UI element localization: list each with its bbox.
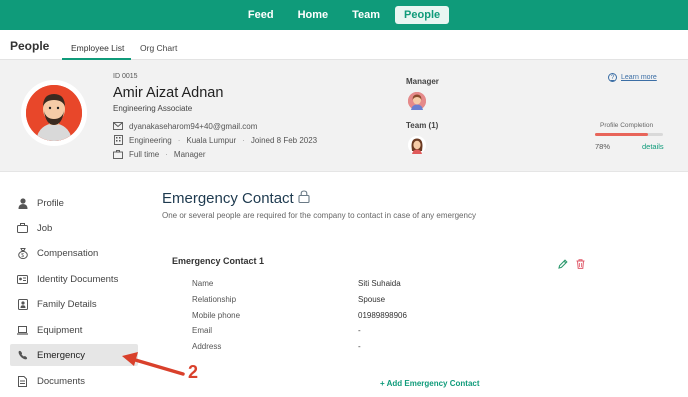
add-emergency-contact-button[interactable]: + Add Emergency Contact (380, 379, 480, 388)
field-label-email: Email (192, 326, 213, 335)
section-subtitle: One or several people are required for t… (162, 211, 476, 220)
section-title: Emergency Contact (162, 190, 310, 207)
field-value-address: - (358, 342, 361, 351)
lock-icon (298, 190, 310, 207)
sidebar-item-family-details[interactable]: Family Details (10, 293, 138, 315)
employee-name: Amir Aizat Adnan (113, 85, 224, 101)
sidebar-item-label: Profile (37, 197, 64, 209)
nav-home[interactable]: Home (289, 6, 338, 24)
sidebar-item-emergency[interactable]: Emergency (10, 344, 138, 366)
sidebar-item-job[interactable]: Job (10, 217, 138, 239)
profile-completion-label: Profile Completion (600, 122, 654, 129)
nav-feed[interactable]: Feed (239, 6, 283, 24)
employee-id: ID 0015 (113, 73, 138, 80)
employee-joined: Joined 8 Feb 2023 (250, 135, 318, 145)
briefcase-icon (17, 223, 28, 234)
field-value-mobile-phone: 01989898906 (358, 311, 407, 320)
document-icon (17, 375, 28, 387)
employment-row: Full time · Manager (113, 149, 205, 159)
tab-employee-list[interactable]: Employee List (71, 43, 124, 53)
manager-label: Manager (406, 77, 439, 86)
team-member-avatar[interactable] (408, 136, 426, 154)
field-label-relationship: Relationship (192, 295, 237, 304)
family-icon (17, 298, 28, 310)
svg-text:$: $ (21, 253, 24, 259)
avatar (21, 80, 87, 146)
profile-header: ID 0015 Amir Aizat Adnan Engineering Ass… (0, 60, 688, 172)
sidebar-item-label: Equipment (37, 324, 83, 336)
field-label-mobile-phone: Mobile phone (192, 311, 241, 320)
profile-completion-bar (595, 133, 663, 136)
phone-icon (17, 350, 28, 361)
building-icon (113, 135, 123, 145)
field-value-email: - (358, 326, 361, 335)
avatar-image (26, 85, 82, 141)
briefcase-icon (113, 149, 123, 159)
sidebar-item-label: Family Details (37, 298, 97, 310)
pencil-icon[interactable] (558, 256, 568, 274)
field-label-name: Name (192, 279, 214, 288)
field-value-name: Siti Suhaida (358, 279, 401, 288)
sidebar-item-label: Documents (37, 375, 86, 387)
employee-role: Engineering Associate (113, 104, 193, 113)
sidebar-item-documents[interactable]: Documents (10, 370, 138, 392)
top-navigation: Feed Home Team People (0, 0, 688, 30)
id-card-icon (17, 274, 28, 285)
page-title: People (10, 39, 50, 53)
sidebar-item-profile[interactable]: Profile (10, 192, 138, 214)
field-value-relationship: Spouse (358, 295, 386, 304)
sidebar-item-equipment[interactable]: Equipment (10, 319, 138, 341)
sidebar-item-label: Job (37, 222, 53, 234)
employee-location: Kuala Lumpur (186, 135, 237, 145)
department-row: Engineering · Kuala Lumpur · Joined 8 Fe… (113, 135, 317, 145)
person-icon (17, 197, 28, 209)
team-label: Team (1) (406, 121, 439, 130)
tab-org-chart[interactable]: Org Chart (140, 43, 177, 53)
section-title-text: Emergency Contact (162, 190, 294, 207)
employee-position: Manager (173, 149, 206, 159)
employee-department: Engineering (129, 135, 172, 145)
sidebar-item-label: Emergency (37, 349, 86, 361)
email-row: dyanakaseharom94+40@gmail.com (113, 121, 257, 131)
annotation-number: 2 (188, 362, 199, 382)
learn-more-link[interactable]: ? Learn more (608, 73, 657, 82)
laptop-icon (17, 325, 28, 336)
envelope-icon (113, 121, 123, 131)
manager-avatar[interactable] (408, 92, 426, 110)
employee-email: dyanakaseharom94+40@gmail.com (129, 121, 258, 131)
emergency-contact-title: Emergency Contact 1 (172, 256, 265, 266)
money-bag-icon: $ (17, 247, 28, 259)
nav-people[interactable]: People (395, 6, 450, 24)
sidebar-item-identity-documents[interactable]: Identity Documents (10, 268, 138, 290)
trash-icon[interactable] (576, 256, 585, 274)
employment-type: Full time (129, 149, 160, 159)
sidebar-item-label: Compensation (37, 247, 99, 259)
profile-completion-percent: 78% (595, 142, 611, 151)
nav-team[interactable]: Team (343, 6, 389, 24)
sidebar-item-label: Identity Documents (37, 273, 119, 285)
profile-completion-fill (595, 133, 649, 136)
sidebar-item-compensation[interactable]: $ Compensation (10, 242, 138, 264)
learn-more-label: Learn more (621, 74, 657, 81)
details-link[interactable]: details (642, 142, 664, 151)
sub-navigation: People Employee List Org Chart (0, 30, 688, 60)
question-icon: ? (608, 73, 617, 82)
field-label-address: Address (192, 342, 222, 351)
